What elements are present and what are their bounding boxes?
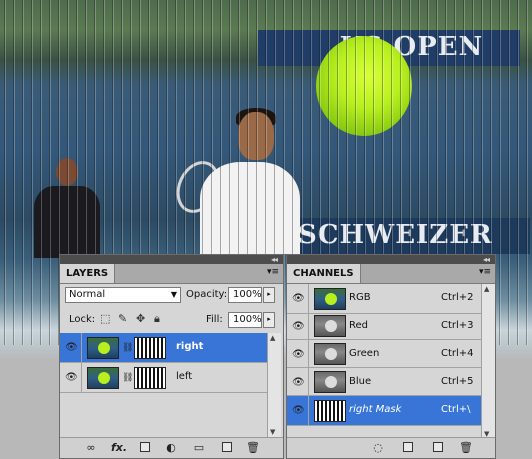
channel-row-green[interactable]: 👁︎ Green Ctrl+4 [287,340,481,368]
eye-icon[interactable]: 👁︎ [292,321,305,332]
fill-input[interactable]: 100% [228,312,262,328]
channel-name: Red [349,320,368,331]
collapse-icon[interactable]: ◂◂ [271,255,278,264]
panel-title-bar[interactable]: ◂◂ [287,255,495,264]
channel-thumbnail [314,400,346,422]
channel-shortcut: Ctrl+3 [441,320,474,331]
layers-tab-row: LAYERS ▾≡ [60,264,283,284]
layer-name[interactable]: left [176,371,192,382]
lock-position-icon[interactable]: ✥ [136,312,145,325]
collapse-icon[interactable]: ◂◂ [483,255,490,264]
link-layers-icon[interactable]: ∞ [82,441,100,454]
channel-shortcut: Ctrl+5 [441,376,474,387]
lock-image-icon[interactable]: ✎ [118,312,127,325]
channel-thumbnail [314,371,346,393]
layer-mask-thumbnail[interactable] [134,367,166,389]
eye-icon[interactable]: 👁︎ [65,372,78,383]
layer-mask-thumbnail[interactable] [134,337,166,359]
layers-panel: ◂◂ LAYERS ▾≡ Normal ▼ Opacity: 100% ▸ Lo… [59,254,284,459]
trash-icon[interactable]: 🗑︎ [459,441,473,454]
fill-label: Fill: [206,314,223,325]
channel-shortcut: Ctrl+\ [441,404,471,415]
channel-name: right Mask [349,404,402,415]
opacity-slider-button[interactable]: ▸ [263,287,275,303]
eye-icon[interactable]: 👁︎ [292,377,305,388]
channel-row-red[interactable]: 👁︎ Red Ctrl+3 [287,312,481,340]
layer-row-left[interactable]: 👁︎ ⛓︎ left [60,363,267,393]
lock-all-icon[interactable]: 🔒︎ [154,312,160,326]
channel-name: Blue [349,376,372,387]
channel-shortcut: Ctrl+2 [441,292,474,303]
fill-slider-button[interactable]: ▸ [263,312,275,328]
channel-thumbnail [314,288,346,310]
channel-row-blue[interactable]: 👁︎ Blue Ctrl+5 [287,368,481,396]
channel-row-right-mask[interactable]: 👁︎ right Mask Ctrl+\ [287,396,481,426]
layer-thumbnail [87,367,119,389]
channel-name: Green [349,348,380,359]
channel-thumbnail [314,343,346,365]
tab-channels[interactable]: CHANNELS [287,264,361,283]
opacity-input[interactable]: 100% [228,287,262,303]
lock-label: Lock: [69,314,96,325]
eye-icon[interactable]: 👁︎ [292,349,305,360]
channel-shortcut: Ctrl+4 [441,348,474,359]
scroll-up-icon[interactable]: ▲ [484,285,489,293]
channels-scrollbar[interactable]: ▲ ▼ [481,284,495,439]
blend-mode-value: Normal [69,289,106,300]
new-layer-icon[interactable] [222,442,232,452]
tab-layers[interactable]: LAYERS [60,264,116,283]
scroll-down-icon[interactable]: ▼ [270,428,275,436]
lock-transparent-icon[interactable]: ⬚ [100,312,110,325]
channels-tab-row: CHANNELS ▾≡ [287,264,495,284]
adjustment-layer-icon[interactable]: ◐ [164,441,178,454]
layer-row-right[interactable]: 👁︎ ⛓︎ right [60,333,267,363]
load-selection-icon[interactable]: ◌ [371,441,385,454]
add-mask-icon[interactable] [140,442,150,452]
chain-icon[interactable]: ⛓︎ [122,373,133,383]
panel-menu-icon[interactable]: ▾≡ [267,267,279,277]
fx-icon[interactable]: fx. [108,441,130,454]
layers-footer: ∞ fx. ◐ ▭ 🗑︎ [60,437,283,458]
new-channel-icon[interactable] [433,442,443,452]
save-selection-icon[interactable] [403,442,413,452]
opacity-label: Opacity: [186,289,228,300]
layer-name[interactable]: right [176,341,203,352]
eye-icon[interactable]: 👁︎ [65,342,78,353]
layers-scrollbar[interactable]: ▲ ▼ [267,333,281,437]
channel-thumbnail [314,315,346,337]
channels-panel: ◂◂ CHANNELS ▾≡ 👁︎ RGB Ctrl+2 👁︎ Red Ctrl… [286,254,496,459]
scroll-up-icon[interactable]: ▲ [270,334,275,342]
channel-name: RGB [349,292,371,303]
layer-thumbnail [87,337,119,359]
eye-icon[interactable]: 👁︎ [292,293,305,304]
channel-row-rgb[interactable]: 👁︎ RGB Ctrl+2 [287,284,481,314]
chevron-down-icon: ▼ [170,290,177,299]
panel-title-bar[interactable]: ◂◂ [60,255,283,264]
eye-icon[interactable]: 👁︎ [292,405,305,416]
chain-icon[interactable]: ⛓︎ [122,343,133,353]
blend-mode-select[interactable]: Normal ▼ [65,287,181,303]
trash-icon[interactable]: 🗑︎ [246,441,260,454]
new-group-icon[interactable]: ▭ [192,441,206,454]
channels-footer: ◌ 🗑︎ [287,437,495,458]
panel-menu-icon[interactable]: ▾≡ [479,267,491,277]
